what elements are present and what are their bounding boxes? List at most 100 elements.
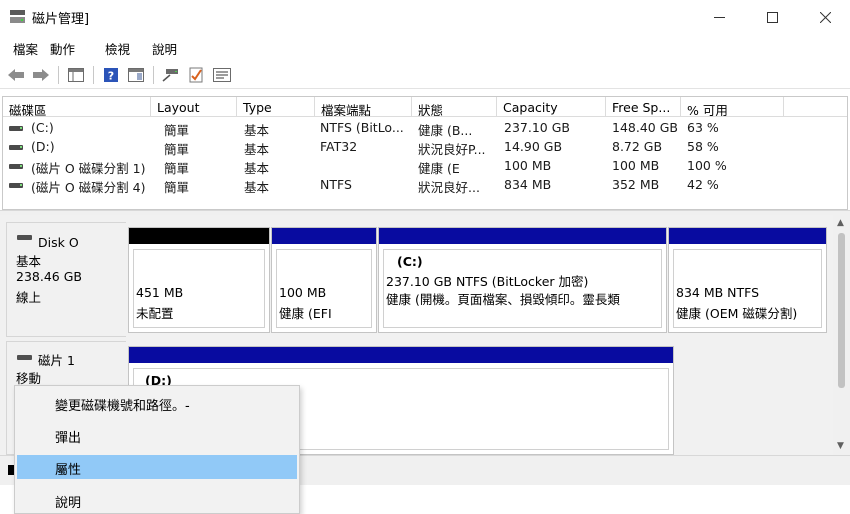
show-pane-icon xyxy=(128,68,144,82)
partition-unallocated[interactable]: 451 MB 未配置 xyxy=(128,227,270,333)
volume-free-space: 352 MB xyxy=(612,177,660,192)
partition-status: 健康 (開機。頁面檔案、損毀傾印。靈長類 xyxy=(386,292,620,307)
check-button[interactable] xyxy=(186,65,206,85)
column-header-free-space[interactable]: Free Sp... xyxy=(606,97,681,117)
close-button[interactable] xyxy=(802,0,848,34)
minimize-icon xyxy=(713,16,725,18)
volume-type: 基本 xyxy=(244,123,270,138)
column-header-layout[interactable]: Layout xyxy=(151,97,237,117)
context-menu: 變更磁碟機號和路徑。- 彈出 屬性 說明 xyxy=(14,385,300,514)
partition-status: 健康 (OEM 磁碟分割) xyxy=(676,306,798,321)
volume-status: 狀況良好P... xyxy=(418,142,486,157)
check-icon xyxy=(189,67,203,83)
volume-capacity: 237.10 GB xyxy=(504,120,570,135)
disk-state: 線上 xyxy=(16,290,42,305)
volume-percent-free: 63 % xyxy=(687,120,719,135)
help-icon: ? xyxy=(104,68,118,83)
forward-button[interactable] xyxy=(31,65,51,85)
toolbar-separator xyxy=(58,66,59,84)
column-header-capacity[interactable]: Capacity xyxy=(497,97,606,117)
column-header-status[interactable]: 狀態 xyxy=(412,97,497,117)
volume-row[interactable]: (磁片 O 磁碟分割 4) 簡單 基本 NTFS 狀況良好... 834 MB … xyxy=(3,176,847,195)
show-hide-console-tree-button[interactable] xyxy=(66,65,86,85)
partition-size: 451 MB xyxy=(136,285,184,300)
console-tree-icon xyxy=(68,68,84,82)
volume-status: 健康 (B... xyxy=(418,123,473,138)
scroll-down-icon[interactable]: ▼ xyxy=(837,441,844,451)
volume-list: 磁碟區 Layout Type 檔案端點 狀態 Capacity Free Sp… xyxy=(2,96,848,210)
properties-icon xyxy=(213,68,231,82)
back-arrow-icon xyxy=(8,69,24,81)
volume-free-space: 100 MB xyxy=(612,158,660,173)
volume-capacity: 14.90 GB xyxy=(504,139,563,154)
volume-type: 基本 xyxy=(244,180,270,195)
volume-row[interactable]: (C:) 簡單 基本 NTFS (BitLo... 健康 (B... 237.1… xyxy=(3,119,847,138)
menu-item-properties[interactable]: 屬性 xyxy=(17,455,297,479)
menu-file[interactable]: 檔案 xyxy=(13,39,38,58)
volume-status: 狀況良好... xyxy=(418,180,480,195)
menu-view[interactable]: 檢視 xyxy=(105,39,130,58)
volume-type: 基本 xyxy=(244,142,270,157)
partition-size: 834 MB NTFS xyxy=(676,285,760,300)
partition-efi[interactable]: 100 MB 健康 (EFI xyxy=(271,227,377,333)
menu-item-eject[interactable]: 彈出 xyxy=(17,423,297,447)
scroll-up-icon[interactable]: ▲ xyxy=(837,218,844,228)
scroll-thumb[interactable] xyxy=(838,233,845,388)
partition-title: (C:) xyxy=(397,254,423,269)
volume-layout: 簡單 xyxy=(164,142,190,157)
partition-status: 未配置 xyxy=(136,306,174,321)
window-title: 磁片管理] xyxy=(32,12,90,27)
volume-percent-free: 42 % xyxy=(687,177,719,192)
volume-layout: 簡單 xyxy=(164,123,190,138)
disk-size: 238.46 GB xyxy=(16,269,82,284)
drive-icon xyxy=(9,164,23,169)
menu-item-help[interactable]: 說明 xyxy=(17,488,297,512)
graph-vertical-scrollbar[interactable]: ▲ ▼ xyxy=(833,215,850,455)
menu-action[interactable]: 動作 xyxy=(50,39,75,58)
column-header-percent-free[interactable]: % 可用 xyxy=(681,97,784,117)
disk-name: 磁片 1 xyxy=(38,353,75,368)
partition-size: 237.10 GB NTFS (BitLocker 加密) xyxy=(386,274,589,289)
column-header-file-system[interactable]: 檔案端點 xyxy=(315,97,412,117)
partition-bar xyxy=(129,228,269,244)
connect-icon xyxy=(162,69,178,82)
volume-capacity: 834 MB xyxy=(504,177,552,192)
menu-help[interactable]: 說明 xyxy=(152,39,177,58)
partition-size: 100 MB xyxy=(279,285,327,300)
drive-icon xyxy=(9,145,23,150)
column-header-filler xyxy=(784,97,847,117)
disk-management-app-icon xyxy=(10,10,25,23)
back-button[interactable] xyxy=(6,65,26,85)
disk-0-label[interactable]: Disk O 基本 238.46 GB 線上 xyxy=(6,222,126,337)
volume-name: (磁片 O 磁碟分割 1) xyxy=(31,161,146,176)
toolbar-separator xyxy=(93,66,94,84)
volume-name: (磁片 O 磁碟分割 4) xyxy=(31,180,146,195)
properties-button[interactable] xyxy=(212,65,232,85)
volume-row[interactable]: (D:) 簡單 基本 FAT32 狀況良好P... 14.90 GB 8.72 … xyxy=(3,138,847,157)
help-button[interactable]: ? xyxy=(101,65,121,85)
connect-button[interactable] xyxy=(161,65,181,85)
menu-item-change-drive-letter[interactable]: 變更磁碟機號和路徑。- xyxy=(17,391,297,415)
volume-type: 基本 xyxy=(244,161,270,176)
volume-file-system: NTFS xyxy=(320,177,352,192)
volume-percent-free: 58 % xyxy=(687,139,719,154)
partition-bar xyxy=(379,228,666,244)
volume-file-system: FAT32 xyxy=(320,139,358,154)
column-header-volume[interactable]: 磁碟區 xyxy=(3,97,151,117)
volume-row[interactable]: (磁片 O 磁碟分割 1) 簡單 基本 健康 (E 100 MB 100 MB … xyxy=(3,157,847,176)
volume-file-system: NTFS (BitLo... xyxy=(320,120,404,135)
partition-c-drive[interactable]: (C:) 237.10 GB NTFS (BitLocker 加密) 健康 (開… xyxy=(378,227,667,333)
volume-capacity: 100 MB xyxy=(504,158,552,173)
disk-icon xyxy=(17,355,32,360)
partition-oem[interactable]: 834 MB NTFS 健康 (OEM 磁碟分割) xyxy=(668,227,827,333)
volume-name: (D:) xyxy=(31,139,55,154)
volume-layout: 簡單 xyxy=(164,180,190,195)
partition-bar xyxy=(669,228,826,244)
show-action-pane-button[interactable] xyxy=(126,65,146,85)
column-header-type[interactable]: Type xyxy=(237,97,315,117)
toolbar: ? xyxy=(0,61,850,89)
drive-icon xyxy=(9,183,23,188)
maximize-button[interactable] xyxy=(749,0,795,34)
volume-free-space: 148.40 GB xyxy=(612,120,678,135)
minimize-button[interactable] xyxy=(696,0,742,34)
